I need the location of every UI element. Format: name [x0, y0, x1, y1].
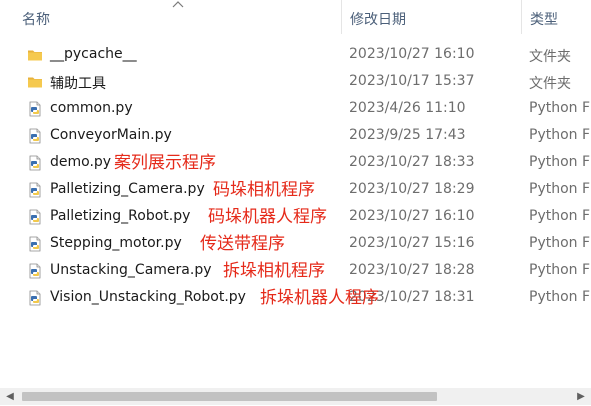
file-name: demo.py	[50, 154, 112, 170]
file-date-modified: 2023/10/27 16:10	[349, 46, 475, 62]
file-date-modified: 2023/9/25 17:43	[349, 127, 466, 143]
file-name: ConveyorMain.py	[50, 127, 172, 143]
file-row[interactable]: Unstacking_Camera.py 2023/10/27 18:28 Pyth…	[0, 258, 591, 285]
file-row[interactable]: 辅助工具 2023/10/17 15:37 文件夹	[0, 69, 591, 96]
file-row[interactable]: Vision_Unstacking_Robot.py 2023/10/27 18:…	[0, 285, 591, 312]
scroll-left-icon[interactable]: ◀	[4, 391, 16, 403]
file-date-modified: 2023/10/27 16:10	[349, 208, 475, 224]
file-name: common.py	[50, 100, 133, 116]
python-file-icon	[27, 182, 43, 198]
file-type: Python F	[529, 262, 591, 278]
file-date-modified: 2023/10/27 18:33	[349, 154, 475, 170]
python-file-icon	[27, 290, 43, 306]
column-divider[interactable]	[521, 0, 522, 34]
column-header-date-modified[interactable]: 修改日期	[350, 9, 406, 29]
annotation-label: 码垛相机程序	[213, 180, 315, 200]
annotation-label: 案列展示程序	[114, 153, 216, 173]
python-file-icon	[27, 155, 43, 171]
file-type: Python F	[529, 100, 591, 116]
column-divider[interactable]	[341, 0, 342, 34]
file-type: 文件夹	[529, 76, 571, 92]
file-name: __pycache__	[50, 46, 137, 62]
file-type: Python F	[529, 289, 591, 305]
folder-icon	[27, 74, 43, 90]
file-list: __pycache__ 2023/10/27 16:10 文件夹 辅助工具 2023/…	[0, 42, 591, 312]
file-type: Python F	[529, 154, 591, 170]
file-date-modified: 2023/10/27 18:28	[349, 262, 475, 278]
python-file-icon	[27, 209, 43, 225]
file-type: Python F	[529, 181, 591, 197]
file-row[interactable]: common.py 2023/4/26 11:10 Python F	[0, 96, 591, 123]
folder-icon	[27, 47, 43, 63]
file-date-modified: 2023/4/26 11:10	[349, 100, 466, 116]
column-header-type[interactable]: 类型	[530, 9, 558, 29]
file-name: Stepping_motor.py	[50, 235, 182, 251]
file-name: Unstacking_Camera.py	[50, 262, 212, 278]
file-name: 辅助工具	[50, 76, 106, 92]
file-row[interactable]: demo.py 2023/10/27 18:33 Python F 案列展示程序	[0, 150, 591, 177]
horizontal-scrollbar[interactable]: ◀ ▶	[0, 388, 591, 405]
file-row[interactable]: Palletizing_Camera.py 2023/10/27 18:29 Pyt…	[0, 177, 591, 204]
scroll-right-icon[interactable]: ▶	[575, 391, 587, 403]
file-type: Python F	[529, 235, 591, 251]
file-name: Palletizing_Camera.py	[50, 181, 205, 197]
file-row[interactable]: Palletizing_Robot.py 2023/10/27 16:10 Pyth…	[0, 204, 591, 231]
file-type: 文件夹	[529, 49, 571, 65]
file-name: Palletizing_Robot.py	[50, 208, 191, 224]
scrollbar-thumb[interactable]	[22, 392, 437, 401]
file-row[interactable]: __pycache__ 2023/10/27 16:10 文件夹	[0, 42, 591, 69]
file-date-modified: 2023/10/27 15:16	[349, 235, 475, 251]
file-date-modified: 2023/10/17 15:37	[349, 73, 475, 89]
file-row[interactable]: ConveyorMain.py 2023/9/25 17:43 Python F	[0, 123, 591, 150]
annotation-label: 拆垛机器人程序	[260, 288, 379, 308]
python-file-icon	[27, 101, 43, 117]
sort-ascending-icon[interactable]	[172, 0, 184, 9]
annotation-label: 码垛机器人程序	[208, 207, 327, 227]
annotation-label: 传送带程序	[200, 234, 285, 254]
file-date-modified: 2023/10/27 18:29	[349, 181, 475, 197]
file-row[interactable]: Stepping_motor.py 2023/10/27 15:16 Python …	[0, 231, 591, 258]
column-header-name[interactable]: 名称	[22, 9, 50, 29]
python-file-icon	[27, 236, 43, 252]
file-name: Vision_Unstacking_Robot.py	[50, 289, 246, 305]
python-file-icon	[27, 263, 43, 279]
annotation-label: 拆垛相机程序	[223, 261, 325, 281]
python-file-icon	[27, 128, 43, 144]
file-type: Python F	[529, 127, 591, 143]
file-type: Python F	[529, 208, 591, 224]
column-header-bar: 名称 修改日期 类型	[0, 0, 591, 36]
